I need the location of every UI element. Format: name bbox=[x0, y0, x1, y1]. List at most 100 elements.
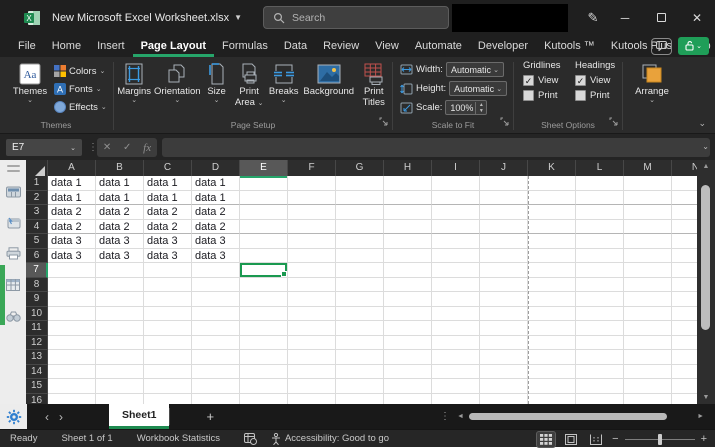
tab-home[interactable]: Home bbox=[44, 35, 89, 57]
cell-F13[interactable] bbox=[288, 350, 336, 365]
cell-L16[interactable] bbox=[576, 394, 624, 405]
cell-F14[interactable] bbox=[288, 365, 336, 380]
cell-G15[interactable] bbox=[336, 379, 384, 394]
cell-B12[interactable] bbox=[96, 336, 144, 351]
cell-K7[interactable] bbox=[528, 263, 576, 278]
cell-G16[interactable] bbox=[336, 394, 384, 405]
cell-N16[interactable] bbox=[672, 394, 697, 405]
cell-H13[interactable] bbox=[384, 350, 432, 365]
cell-E15[interactable] bbox=[240, 379, 288, 394]
cell-M6[interactable] bbox=[624, 249, 672, 264]
cell-E11[interactable] bbox=[240, 321, 288, 336]
cell-J15[interactable] bbox=[480, 379, 528, 394]
cancel-entry-icon[interactable]: ✕ bbox=[103, 142, 111, 153]
sheet-tab-sheet1[interactable]: Sheet1 bbox=[109, 404, 169, 429]
cell-D11[interactable] bbox=[192, 321, 240, 336]
printer-icon[interactable] bbox=[6, 247, 21, 265]
cell-C15[interactable] bbox=[144, 379, 192, 394]
cell-A1[interactable]: data 1 bbox=[48, 176, 96, 191]
tab-data[interactable]: Data bbox=[276, 35, 315, 57]
cell-H5[interactable] bbox=[384, 234, 432, 249]
cell-B8[interactable] bbox=[96, 278, 144, 293]
print-area-button[interactable]: Print Area ⌄ bbox=[232, 60, 267, 108]
name-box[interactable]: E7 ⌄ bbox=[6, 139, 82, 156]
cell-C12[interactable] bbox=[144, 336, 192, 351]
comments-button[interactable] bbox=[651, 38, 672, 55]
cell-L3[interactable] bbox=[576, 205, 624, 220]
cell-L9[interactable] bbox=[576, 292, 624, 307]
cell-K8[interactable] bbox=[528, 278, 576, 293]
cell-F10[interactable] bbox=[288, 307, 336, 322]
cell-A14[interactable] bbox=[48, 365, 96, 380]
cell-J3[interactable] bbox=[480, 205, 528, 220]
cell-M1[interactable] bbox=[624, 176, 672, 191]
cell-I6[interactable] bbox=[432, 249, 480, 264]
cell-M3[interactable] bbox=[624, 205, 672, 220]
cell-B2[interactable]: data 1 bbox=[96, 191, 144, 206]
scroll-up-arrow-icon[interactable]: ▲ bbox=[697, 163, 715, 170]
cell-C9[interactable] bbox=[144, 292, 192, 307]
row-header-10[interactable]: 10 bbox=[26, 307, 48, 322]
cell-N13[interactable] bbox=[672, 350, 697, 365]
cell-K9[interactable] bbox=[528, 292, 576, 307]
cell-K13[interactable] bbox=[528, 350, 576, 365]
cell-N14[interactable] bbox=[672, 365, 697, 380]
cell-I12[interactable] bbox=[432, 336, 480, 351]
cell-N12[interactable] bbox=[672, 336, 697, 351]
cell-C6[interactable]: data 3 bbox=[144, 249, 192, 264]
cell-I9[interactable] bbox=[432, 292, 480, 307]
cell-M8[interactable] bbox=[624, 278, 672, 293]
vertical-scrollbar-thumb[interactable] bbox=[701, 185, 710, 330]
page-setup-dialog-launcher[interactable] bbox=[379, 113, 388, 131]
cell-D13[interactable] bbox=[192, 350, 240, 365]
cell-H6[interactable] bbox=[384, 249, 432, 264]
row-header-14[interactable]: 14 bbox=[26, 365, 48, 380]
effects-button[interactable]: Effects ⌄ bbox=[52, 98, 107, 116]
cell-J1[interactable] bbox=[480, 176, 528, 191]
cell-F5[interactable] bbox=[288, 234, 336, 249]
new-sheet-button[interactable]: + bbox=[206, 404, 214, 429]
cell-J12[interactable] bbox=[480, 336, 528, 351]
vertical-scrollbar[interactable]: ▲ ▼ bbox=[697, 160, 715, 404]
cell-L5[interactable] bbox=[576, 234, 624, 249]
page-layout-view-button[interactable] bbox=[562, 432, 580, 447]
cell-I14[interactable] bbox=[432, 365, 480, 380]
search-box[interactable] bbox=[263, 6, 449, 29]
cell-I1[interactable] bbox=[432, 176, 480, 191]
cell-B7[interactable] bbox=[96, 263, 144, 278]
cell-F4[interactable] bbox=[288, 220, 336, 235]
cell-C16[interactable] bbox=[144, 394, 192, 405]
cell-B13[interactable] bbox=[96, 350, 144, 365]
cell-F6[interactable] bbox=[288, 249, 336, 264]
columns-pane-icon[interactable] bbox=[6, 278, 20, 296]
cell-K2[interactable] bbox=[528, 191, 576, 206]
row-header-16[interactable]: 16 bbox=[26, 394, 48, 405]
cell-E1[interactable] bbox=[240, 176, 288, 191]
cell-D9[interactable] bbox=[192, 292, 240, 307]
cell-H16[interactable] bbox=[384, 394, 432, 405]
cell-F7[interactable] bbox=[288, 263, 336, 278]
cell-E10[interactable] bbox=[240, 307, 288, 322]
cell-E3[interactable] bbox=[240, 205, 288, 220]
cell-C3[interactable]: data 2 bbox=[144, 205, 192, 220]
cell-G9[interactable] bbox=[336, 292, 384, 307]
scale-to-fit-dialog-launcher[interactable] bbox=[500, 113, 509, 131]
tab-automate[interactable]: Automate bbox=[407, 35, 470, 57]
cell-G10[interactable] bbox=[336, 307, 384, 322]
cell-H9[interactable] bbox=[384, 292, 432, 307]
workbook-pane-icon[interactable] bbox=[6, 185, 21, 203]
gridlines-print-row[interactable]: Print bbox=[523, 90, 565, 101]
cell-B4[interactable]: data 2 bbox=[96, 220, 144, 235]
cell-B1[interactable]: data 1 bbox=[96, 176, 144, 191]
cell-H1[interactable] bbox=[384, 176, 432, 191]
cell-C14[interactable] bbox=[144, 365, 192, 380]
cell-H7[interactable] bbox=[384, 263, 432, 278]
cell-B16[interactable] bbox=[96, 394, 144, 405]
cell-K11[interactable] bbox=[528, 321, 576, 336]
cell-M10[interactable] bbox=[624, 307, 672, 322]
previous-sheet-arrow-icon[interactable]: ‹ bbox=[45, 410, 49, 424]
cell-M16[interactable] bbox=[624, 394, 672, 405]
cell-B11[interactable] bbox=[96, 321, 144, 336]
cell-J10[interactable] bbox=[480, 307, 528, 322]
enter-entry-icon[interactable]: ✓ bbox=[123, 142, 131, 153]
